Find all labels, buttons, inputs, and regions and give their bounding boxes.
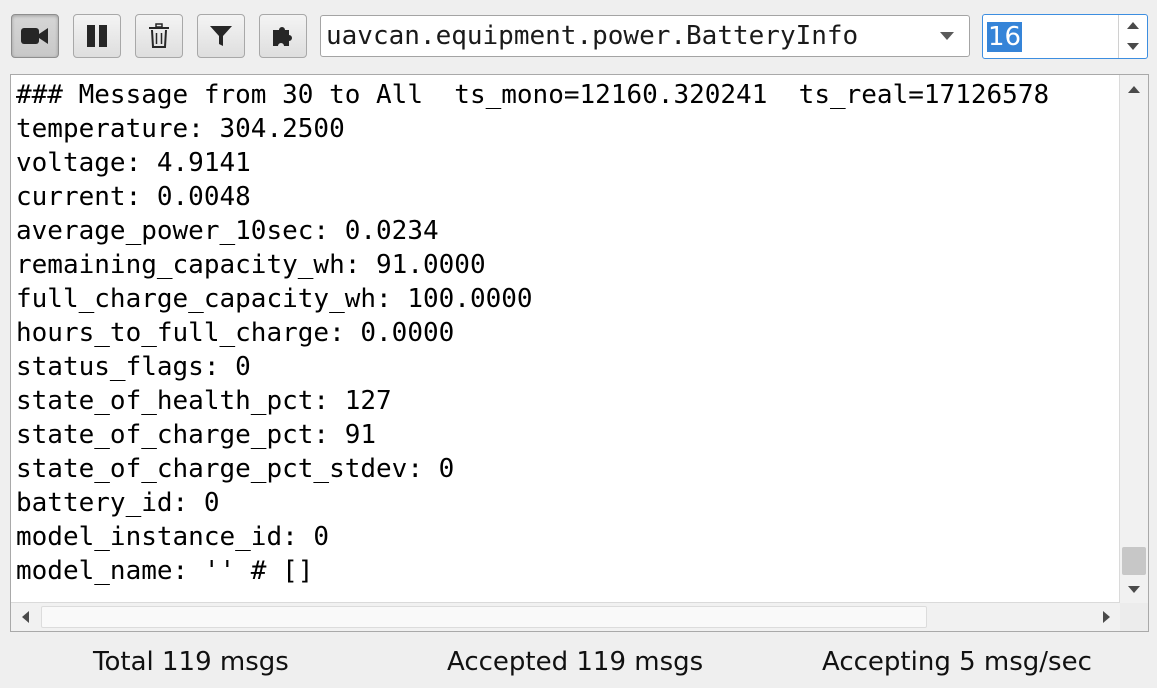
spin-buttons — [1118, 15, 1147, 58]
vertical-scroll-thumb[interactable] — [1122, 547, 1146, 575]
status-bar: Total 119 msgs Accepted 119 msgs Accepti… — [0, 636, 1157, 685]
horizontal-scroll-thumb[interactable] — [41, 606, 927, 628]
message-type-combo[interactable]: uavcan.equipment.power.BatteryInfo — [320, 15, 970, 57]
scroll-right-button[interactable] — [1092, 603, 1120, 631]
message-text-area[interactable]: ### Message from 30 to All ts_mono=12160… — [11, 75, 1120, 603]
pause-button[interactable] — [73, 14, 121, 58]
message-field-line: status_flags: 0 — [16, 352, 251, 382]
arrow-left-icon — [21, 611, 29, 623]
count-value[interactable]: 16 — [987, 22, 1023, 52]
message-field-line: voltage: 4.9141 — [16, 148, 251, 178]
arrow-up-icon — [1128, 85, 1140, 93]
arrow-down-icon — [1128, 585, 1140, 593]
message-field-line: hours_to_full_charge: 0.0000 — [16, 318, 455, 348]
pause-icon — [87, 25, 107, 47]
message-field-line: remaining_capacity_wh: 91.0000 — [16, 250, 486, 280]
message-field-line: battery_id: 0 — [16, 488, 220, 518]
toolbar: uavcan.equipment.power.BatteryInfo 16 — [0, 0, 1157, 72]
trash-icon — [149, 23, 169, 48]
scroll-down-button[interactable] — [1120, 575, 1148, 603]
combo-dropdown-button[interactable] — [925, 16, 969, 56]
arrow-up-icon — [1127, 22, 1139, 29]
message-field-line: model_name: '' # [] — [16, 556, 314, 586]
filter-button[interactable] — [197, 14, 245, 58]
vertical-scrollbar[interactable] — [1119, 75, 1148, 603]
arrow-right-icon — [1102, 611, 1110, 623]
scroll-up-button[interactable] — [1120, 75, 1148, 103]
message-view[interactable]: ### Message from 30 to All ts_mono=12160… — [10, 74, 1149, 632]
accepted-messages-status: Accepted 119 msgs — [447, 647, 704, 677]
message-field-line: full_charge_capacity_wh: 100.0000 — [16, 284, 533, 314]
message-field-line: current: 0.0048 — [16, 182, 251, 212]
message-field-line: model_instance_id: 0 — [16, 522, 330, 552]
message-field-line: state_of_health_pct: 127 — [16, 386, 392, 416]
scroll-left-button[interactable] — [11, 603, 39, 631]
record-button[interactable] — [11, 14, 59, 58]
message-field-line: state_of_charge_pct: 91 — [16, 420, 377, 450]
horizontal-scrollbar[interactable] — [11, 602, 1120, 631]
spin-up-button[interactable] — [1119, 15, 1147, 36]
total-messages-status: Total 119 msgs — [93, 647, 289, 677]
accept-rate-status: Accepting 5 msg/sec — [822, 647, 1092, 677]
message-field-line: temperature: 304.2500 — [16, 114, 345, 144]
scrollbar-corner — [1120, 603, 1148, 631]
arrow-down-icon — [1127, 43, 1139, 50]
message-field-line: state_of_charge_pct_stdev: 0 — [16, 454, 455, 484]
clear-button[interactable] — [135, 14, 183, 58]
message-header-line: ### Message from 30 to All ts_mono=12160… — [16, 80, 1050, 110]
message-field-line: average_power_10sec: 0.0234 — [16, 216, 439, 246]
count-spinbox[interactable]: 16 — [982, 14, 1148, 59]
chevron-down-icon — [940, 32, 954, 40]
puzzle-icon — [273, 27, 292, 46]
message-type-value: uavcan.equipment.power.BatteryInfo — [326, 21, 859, 51]
spin-down-button[interactable] — [1119, 36, 1147, 57]
plugin-button[interactable] — [259, 14, 307, 58]
camera-icon — [21, 28, 48, 44]
filter-icon — [210, 26, 232, 46]
